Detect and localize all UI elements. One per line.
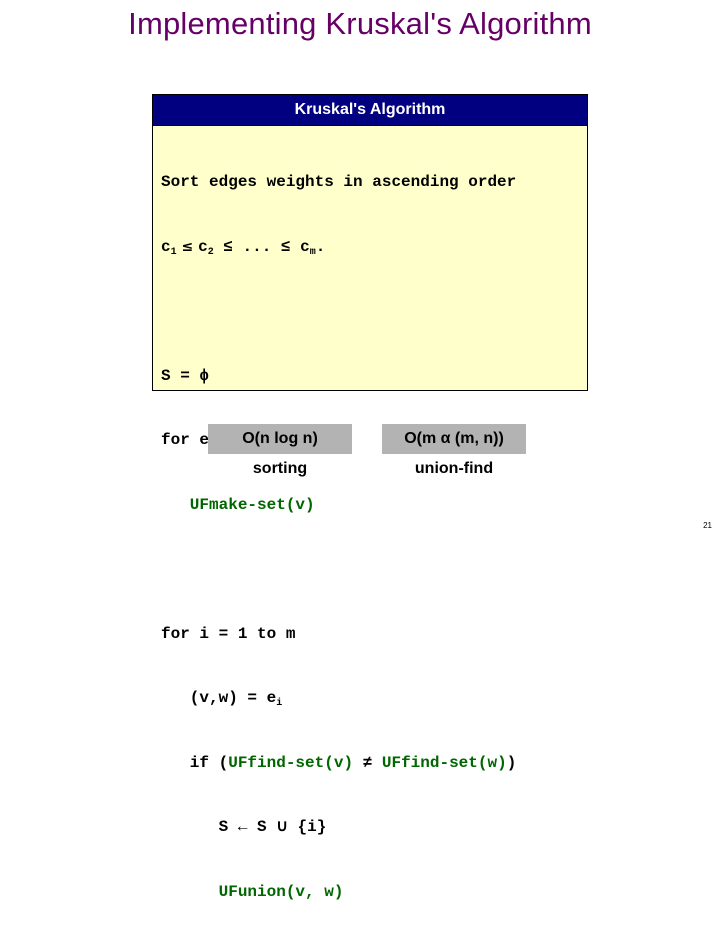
- assign-text: (v,w) = e: [161, 689, 277, 707]
- code-line-sort: Sort edges weights in ascending order: [161, 173, 517, 191]
- code-line-makeset: UFmake-set(v): [161, 495, 315, 514]
- subscript: i: [276, 698, 283, 709]
- c-var: c: [300, 237, 310, 256]
- if-suffix: ): [506, 753, 517, 772]
- code-line-order: c1 ≤ c2 ≤ ... ≤ cm.: [161, 237, 587, 259]
- c-var: c: [198, 237, 208, 256]
- complexity-unionfind-box: O(m α (m, n)): [382, 424, 526, 454]
- algorithm-header: Kruskal's Algorithm: [153, 95, 587, 126]
- period: .: [315, 237, 326, 256]
- complexity-sorting-label: sorting: [252, 460, 308, 477]
- if-prefix: if (: [161, 753, 229, 772]
- code-line-for-i: for i = 1 to m: [161, 624, 296, 643]
- slide-title: Implementing Kruskal's Algorithm: [128, 6, 592, 41]
- algorithm-box: Kruskal's Algorithm Sort edges weights i…: [152, 94, 588, 901]
- algorithm-code: Sort edges weights in ascending order c1…: [153, 126, 587, 946]
- c-var: c: [161, 237, 171, 256]
- code-line-assign: (v,w) = ei: [161, 688, 587, 710]
- complexity-unionfind-label: union-find: [414, 460, 494, 477]
- code-line-union-s: S ← S ∪ {i}: [161, 818, 327, 836]
- page-number: 21: [703, 521, 712, 530]
- neq-symbol: ≠: [353, 753, 382, 772]
- code-line-s-init: S = ϕ: [161, 366, 210, 385]
- le-symbol: ≤: [176, 238, 199, 255]
- find-set-v: UFfind-set(v): [228, 753, 354, 772]
- le-ellipsis: ≤ ... ≤: [213, 237, 301, 256]
- code-line-if: if (UFfind-set(v) ≠ UFfind-set(w)): [161, 753, 587, 775]
- complexity-sorting-box: O(n log n): [208, 424, 352, 454]
- find-set-w: UFfind-set(w): [381, 753, 507, 772]
- code-line-ufunion: UFunion(v, w): [161, 882, 344, 901]
